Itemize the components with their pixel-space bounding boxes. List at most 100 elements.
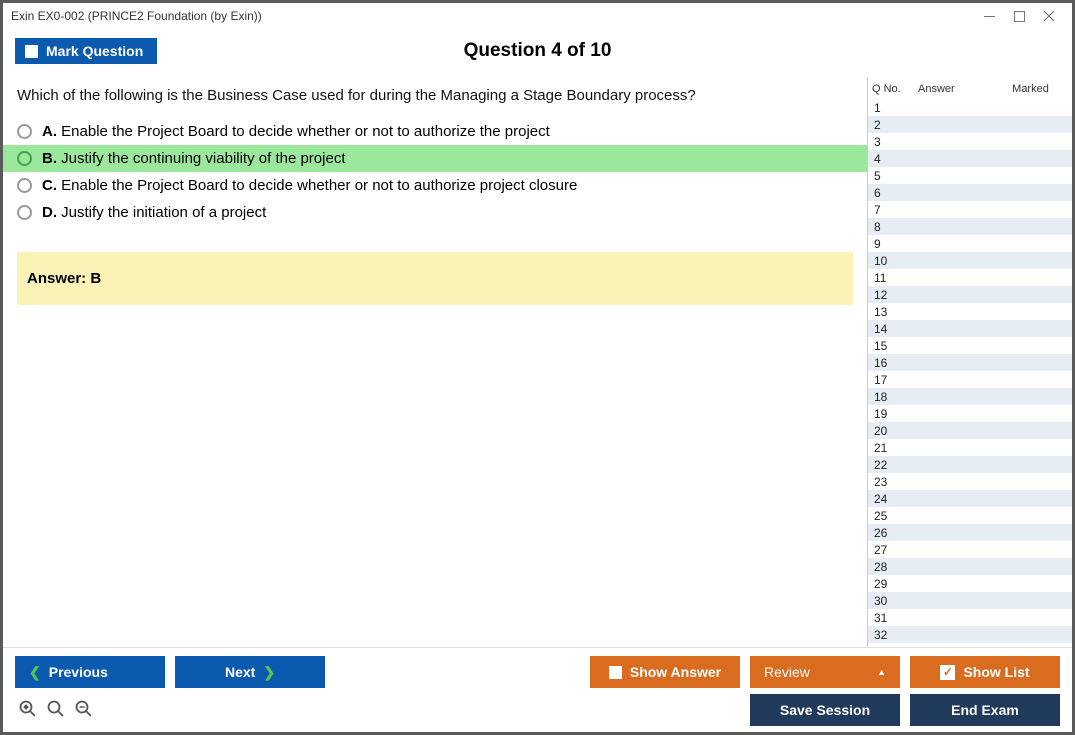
option-c[interactable]: C. Enable the Project Board to decide wh… [3, 172, 867, 199]
radio-icon [17, 178, 32, 193]
question-list-row[interactable]: 6 [868, 184, 1072, 201]
qno-cell: 22 [872, 458, 912, 472]
qno-cell: 7 [872, 203, 912, 217]
question-list-row[interactable]: 7 [868, 201, 1072, 218]
zoom-reset-button[interactable] [17, 698, 39, 720]
checkbox-icon [25, 45, 38, 58]
question-list-row[interactable]: 2 [868, 116, 1072, 133]
question-list-row[interactable]: 18 [868, 388, 1072, 405]
question-list-row[interactable]: 19 [868, 405, 1072, 422]
radio-icon [17, 205, 32, 220]
qno-cell: 30 [872, 594, 912, 608]
app-window: Exin EX0-002 (PRINCE2 Foundation (by Exi… [0, 0, 1075, 735]
option-label: D. Justify the initiation of a project [42, 204, 266, 221]
qno-cell: 31 [872, 611, 912, 625]
header-answer: Answer [918, 83, 993, 95]
save-session-label: Save Session [780, 702, 870, 718]
option-d[interactable]: D. Justify the initiation of a project [3, 199, 867, 226]
previous-button[interactable]: ❮ Previous [15, 656, 165, 688]
question-list-row[interactable]: 9 [868, 235, 1072, 252]
question-list-row[interactable]: 15 [868, 337, 1072, 354]
check-icon: ✓ [940, 665, 955, 680]
question-list-panel: Q No. Answer Marked 12345678910111213141… [867, 77, 1072, 647]
show-list-button[interactable]: ✓ Show List [910, 656, 1060, 688]
option-label: A. Enable the Project Board to decide wh… [42, 123, 550, 140]
question-list-row[interactable]: 5 [868, 167, 1072, 184]
question-list-row[interactable]: 24 [868, 490, 1072, 507]
question-list-row[interactable]: 21 [868, 439, 1072, 456]
show-list-label: Show List [963, 664, 1029, 680]
question-list-row[interactable]: 17 [868, 371, 1072, 388]
qno-cell: 3 [872, 135, 912, 149]
answer-panel: Answer: B [17, 252, 853, 305]
question-list-row[interactable]: 16 [868, 354, 1072, 371]
next-button[interactable]: Next ❯ [175, 656, 325, 688]
header-row: Mark Question Question 4 of 10 [3, 29, 1072, 77]
option-label: C. Enable the Project Board to decide wh… [42, 177, 577, 194]
question-list-row[interactable]: 26 [868, 524, 1072, 541]
answer-value: B [90, 270, 101, 287]
save-session-button[interactable]: Save Session [750, 694, 900, 726]
question-list-row[interactable]: 25 [868, 507, 1072, 524]
option-a[interactable]: A. Enable the Project Board to decide wh… [3, 118, 867, 145]
question-list-row[interactable]: 23 [868, 473, 1072, 490]
end-exam-label: End Exam [951, 702, 1019, 718]
question-list-row[interactable]: 27 [868, 541, 1072, 558]
question-list-row[interactable]: 8 [868, 218, 1072, 235]
qno-cell: 6 [872, 186, 912, 200]
qno-cell: 9 [872, 237, 912, 251]
option-b[interactable]: B. Justify the continuing viability of t… [3, 145, 867, 172]
zoom-in-button[interactable] [45, 698, 67, 720]
show-answer-button[interactable]: Show Answer [590, 656, 740, 688]
review-button[interactable]: Review ▲ [750, 656, 900, 688]
qno-cell: 17 [872, 373, 912, 387]
question-list-row[interactable]: 11 [868, 269, 1072, 286]
question-list[interactable]: 1234567891011121314151617181920212223242… [868, 99, 1072, 647]
question-list-row[interactable]: 30 [868, 592, 1072, 609]
header-marked: Marked [993, 83, 1068, 95]
qno-cell: 15 [872, 339, 912, 353]
qno-cell: 16 [872, 356, 912, 370]
answer-label: Answer: [27, 270, 86, 287]
question-list-row[interactable]: 3 [868, 133, 1072, 150]
minimize-button[interactable] [974, 11, 1004, 22]
qno-cell: 19 [872, 407, 912, 421]
end-exam-button[interactable]: End Exam [910, 694, 1060, 726]
titlebar: Exin EX0-002 (PRINCE2 Foundation (by Exi… [3, 3, 1072, 29]
qno-cell: 23 [872, 475, 912, 489]
question-list-row[interactable]: 4 [868, 150, 1072, 167]
qno-cell: 21 [872, 441, 912, 455]
question-text: Which of the following is the Business C… [3, 83, 867, 118]
qno-cell: 5 [872, 169, 912, 183]
mark-question-label: Mark Question [46, 43, 143, 59]
qno-cell: 32 [872, 628, 912, 642]
question-list-row[interactable]: 1 [868, 99, 1072, 116]
question-list-row[interactable]: 31 [868, 609, 1072, 626]
show-answer-label: Show Answer [630, 664, 721, 680]
question-list-row[interactable]: 32 [868, 626, 1072, 643]
qno-cell: 4 [872, 152, 912, 166]
question-list-row[interactable]: 22 [868, 456, 1072, 473]
chevron-right-icon: ❯ [263, 664, 275, 681]
question-list-row[interactable]: 28 [868, 558, 1072, 575]
maximize-button[interactable] [1004, 11, 1034, 22]
question-list-row[interactable]: 29 [868, 575, 1072, 592]
qno-cell: 14 [872, 322, 912, 336]
question-area: Which of the following is the Business C… [3, 77, 867, 647]
question-list-row[interactable]: 12 [868, 286, 1072, 303]
qno-cell: 26 [872, 526, 912, 540]
mark-question-button[interactable]: Mark Question [15, 38, 157, 64]
chevron-up-icon: ▲ [877, 667, 886, 677]
question-list-row[interactable]: 20 [868, 422, 1072, 439]
question-list-header: Q No. Answer Marked [868, 77, 1072, 99]
radio-icon [17, 151, 32, 166]
zoom-out-button[interactable] [73, 698, 95, 720]
qno-cell: 18 [872, 390, 912, 404]
close-button[interactable] [1034, 10, 1064, 22]
question-list-row[interactable]: 14 [868, 320, 1072, 337]
question-list-row[interactable]: 10 [868, 252, 1072, 269]
qno-cell: 24 [872, 492, 912, 506]
window-title: Exin EX0-002 (PRINCE2 Foundation (by Exi… [11, 9, 974, 23]
question-list-row[interactable]: 13 [868, 303, 1072, 320]
qno-cell: 2 [872, 118, 912, 132]
